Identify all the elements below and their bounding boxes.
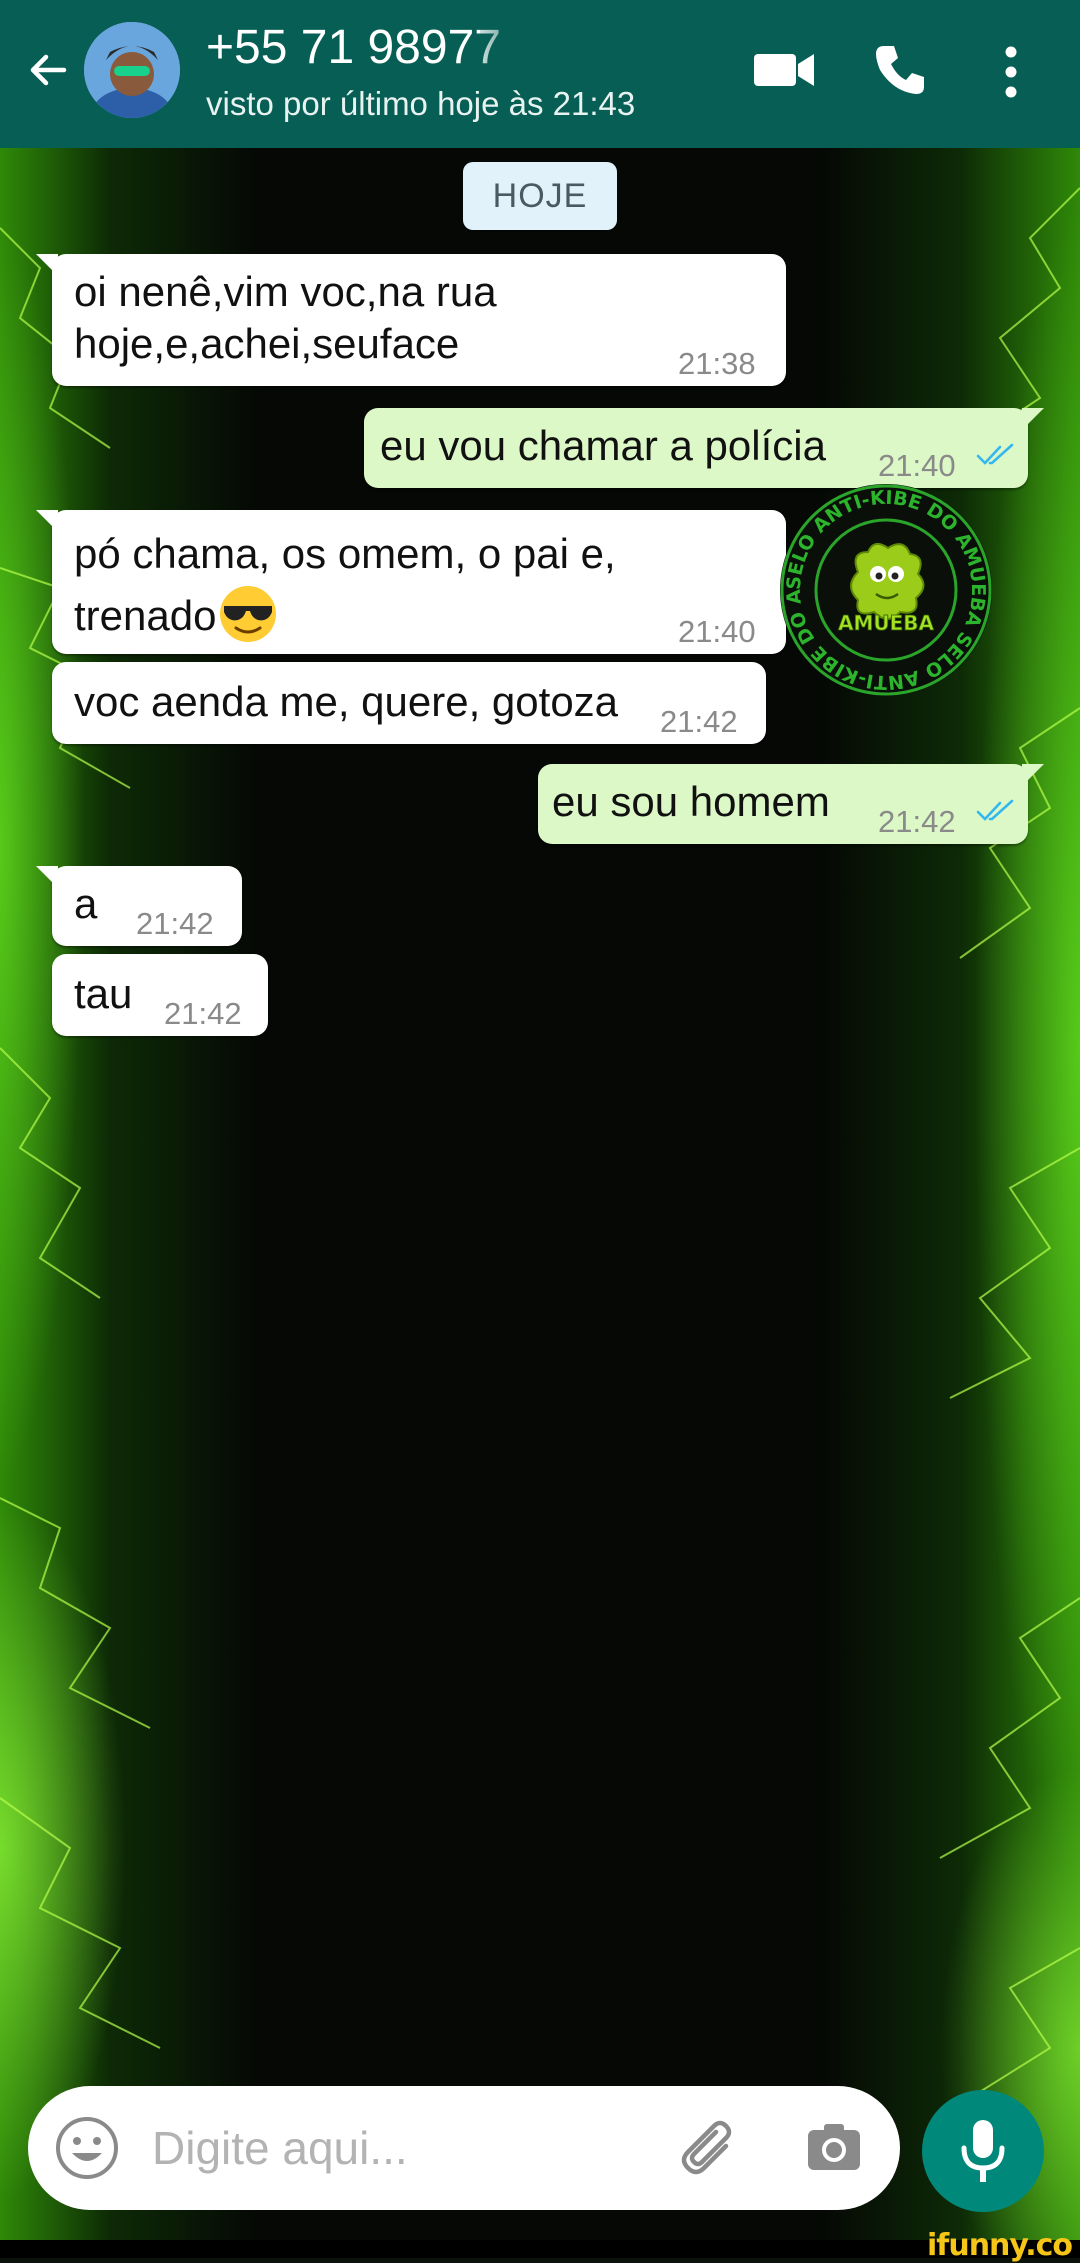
message-time: 21:42 (878, 804, 956, 839)
more-options-icon[interactable] (994, 42, 1028, 102)
message-time: 21:42 (136, 906, 214, 941)
name-blur-overlay (480, 22, 630, 78)
message-text: voc aenda me, quere, gotoza (74, 678, 619, 725)
message-bubble-incoming[interactable]: oi nenê,vim voc,na rua hoje,e,achei,seuf… (36, 254, 786, 386)
read-receipt-icon (976, 443, 1014, 465)
message-time: 21:40 (678, 614, 756, 649)
message-text: pó chama, os omem, o pai e, (74, 530, 616, 577)
last-seen-status: visto por último hoje às 21:43 (206, 85, 636, 122)
video-call-icon[interactable] (752, 44, 816, 96)
message-input[interactable]: Digite aqui... (152, 2120, 408, 2176)
voice-record-button[interactable] (922, 2090, 1044, 2212)
message-bubble-incoming[interactable]: voc aenda me, quere, gotoza 21:42 (52, 662, 766, 744)
date-chip: HOJE (463, 162, 617, 230)
message-bubble-outgoing[interactable]: eu vou chamar a polícia 21:40 (364, 408, 1044, 488)
message-text: oi nenê,vim voc,na rua (74, 268, 497, 315)
anti-kibe-stamp-logo: SELO ANTI-KIBE DO AMUEBA SELO ANTI-KIBE … (778, 482, 992, 696)
attach-paperclip-icon[interactable] (676, 2116, 742, 2182)
message-text: trenado (74, 592, 217, 639)
camera-icon[interactable] (804, 2118, 864, 2178)
read-receipt-icon (976, 799, 1014, 821)
message-text: a (74, 880, 98, 927)
message-bubble-outgoing[interactable]: eu sou homem 21:42 (538, 764, 1044, 844)
message-bubble-incoming[interactable]: a 21:42 (36, 866, 242, 946)
back-arrow-icon[interactable] (22, 44, 74, 96)
contact-name[interactable]: +55 71 98977 (206, 18, 501, 78)
message-text: eu sou homem (552, 778, 830, 825)
message-text: hoje,e,achei,seuface (74, 320, 460, 367)
message-time: 21:42 (164, 996, 242, 1031)
message-composer[interactable]: Digite aqui... (28, 2086, 900, 2210)
message-time: 21:38 (678, 346, 756, 381)
svg-text:AMUEBA: AMUEBA (838, 611, 935, 635)
sunglasses-emoji-icon (220, 586, 277, 642)
message-text: tau (74, 970, 133, 1017)
chat-header: +55 71 98977 visto por último hoje às 21… (0, 0, 1080, 148)
message-bubble-incoming[interactable]: pó chama, os omem, o pai e, trenado 21:4… (36, 510, 786, 654)
microphone-icon (961, 2120, 1005, 2182)
contact-avatar[interactable] (84, 22, 180, 118)
bottom-strip (0, 2240, 1080, 2258)
voice-call-icon[interactable] (870, 40, 930, 100)
message-time: 21:42 (660, 704, 738, 739)
message-bubble-incoming[interactable]: tau 21:42 (52, 954, 268, 1036)
emoji-icon[interactable] (54, 2115, 120, 2181)
message-text: eu vou chamar a polícia (380, 422, 826, 469)
